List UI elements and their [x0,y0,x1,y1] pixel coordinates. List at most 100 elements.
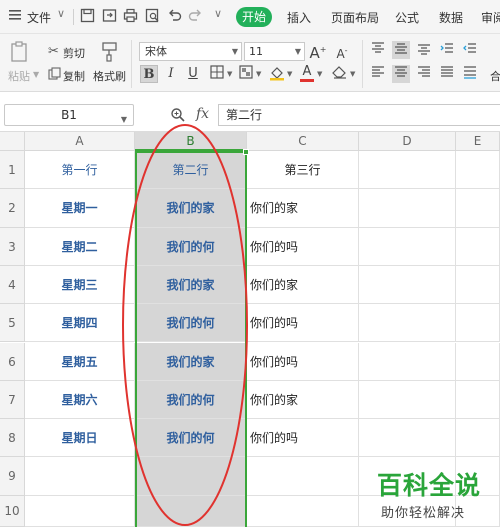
cell-c9[interactable] [247,457,359,496]
cell-b4[interactable]: 我们的家 [135,265,247,305]
cell-e8[interactable] [456,419,500,458]
cell-e5[interactable] [456,304,500,343]
cell-e2[interactable] [456,189,500,228]
cell-b2[interactable]: 我们的家 [135,189,247,228]
row-header-2[interactable]: 2 [0,189,25,228]
format-painter-icon[interactable] [100,41,120,63]
copy-icon[interactable] [48,67,61,80]
selection-fill-handle[interactable] [243,149,249,155]
cell-c1[interactable]: 第三行 [247,151,359,190]
chevron-down-icon[interactable]: ▼ [350,70,355,78]
cell-b9[interactable] [135,457,247,496]
cell-d3[interactable] [359,227,456,266]
cell-b3[interactable]: 我们的何 [135,227,247,266]
column-header-d[interactable]: D [359,132,456,151]
print-icon[interactable] [123,8,139,24]
row-header-1[interactable]: 1 [0,151,25,190]
align-bottom-icon[interactable] [415,41,433,59]
chevron-down-icon[interactable]: ▼ [317,70,322,78]
cell-a5[interactable]: 星期四 [25,304,135,343]
indent-icon[interactable] [438,41,456,59]
cell-c4[interactable]: 你们的家 [247,265,359,305]
cell-e1[interactable] [456,151,500,190]
save-icon[interactable] [80,8,96,24]
cell-c2[interactable]: 你们的家 [247,189,359,228]
cell-a1[interactable]: 第一行 [25,151,135,190]
distributed-align-icon[interactable] [461,65,479,83]
column-header-e[interactable]: E [456,132,500,151]
cell-b6[interactable]: 我们的家 [135,342,247,381]
zoom-search-icon[interactable] [170,107,186,123]
cut-button[interactable]: 剪切 [63,45,85,61]
export-icon[interactable] [102,8,118,24]
cell-c10[interactable] [247,495,359,527]
hamburger-menu-icon[interactable] [8,8,24,24]
row-header-8[interactable]: 8 [0,419,25,458]
quick-access-more-icon[interactable]: ∨ [214,7,222,20]
paste-icon[interactable] [10,41,30,63]
insert-function-button[interactable]: fx [196,106,209,122]
tab-formulas[interactable]: 公式 [395,9,419,26]
cell-b7[interactable]: 我们的何 [135,380,247,420]
cell-c6[interactable]: 你们的吗 [247,342,359,381]
column-header-a[interactable]: A [25,132,135,151]
cell-e4[interactable] [456,265,500,305]
copy-button[interactable]: 复制 [63,68,85,84]
select-all-corner[interactable] [0,132,25,151]
tab-data[interactable]: 数据 [439,9,463,26]
cell-style-icon[interactable] [237,65,255,83]
cell-d4[interactable] [359,265,456,305]
chevron-down-icon[interactable]: ▼ [256,70,261,78]
font-size-select[interactable]: 11 ▼ [244,42,305,61]
cell-a9[interactable] [25,457,135,496]
clear-format-icon[interactable] [331,65,349,83]
row-header-4[interactable]: 4 [0,265,25,305]
row-header-7[interactable]: 7 [0,380,25,420]
print-preview-icon[interactable] [145,8,161,24]
row-header-3[interactable]: 3 [0,227,25,266]
bold-button[interactable]: B [140,65,158,83]
row-header-6[interactable]: 6 [0,342,25,381]
cell-c3[interactable]: 你们的吗 [247,227,359,266]
redo-icon[interactable] [188,8,204,24]
cell-a7[interactable]: 星期六 [25,380,135,420]
font-name-select[interactable]: 宋体 ▼ [139,42,242,61]
fill-color-icon[interactable] [268,65,286,83]
outdent-icon[interactable] [461,41,479,59]
borders-icon[interactable] [208,65,226,83]
cell-b8[interactable]: 我们的何 [135,419,247,458]
cell-c8[interactable]: 你们的吗 [247,419,359,458]
row-header-10[interactable]: 10 [0,495,25,527]
cell-e6[interactable] [456,342,500,381]
paste-button[interactable]: 粘贴 [8,68,30,84]
chevron-down-icon[interactable]: ▼ [227,70,232,78]
column-header-c[interactable]: C [247,132,359,151]
cell-d5[interactable] [359,304,456,343]
column-header-b[interactable]: B [135,132,247,151]
italic-button[interactable]: I [162,65,180,83]
row-header-5[interactable]: 5 [0,304,25,343]
paste-dropdown-icon[interactable]: ▼ [33,70,39,79]
cell-d1[interactable] [359,151,456,190]
row-header-9[interactable]: 9 [0,457,25,496]
justify-icon[interactable] [438,65,456,83]
cell-b5[interactable]: 我们的何 [135,304,247,343]
cell-d8[interactable] [359,419,456,458]
file-menu[interactable]: 文件 [27,9,51,26]
cell-a8[interactable]: 星期日 [25,419,135,458]
tab-page-layout[interactable]: 页面布局 [331,9,379,26]
cell-b1[interactable]: 第二行 [135,151,247,190]
chevron-down-icon[interactable]: ∨ [57,7,65,20]
decrease-font-size-icon[interactable]: A- [333,42,351,61]
cell-e7[interactable] [456,380,500,420]
cut-icon[interactable]: ✂ [48,44,59,59]
cell-d7[interactable] [359,380,456,420]
cell-a2[interactable]: 星期一 [25,189,135,228]
cell-c5[interactable]: 你们的吗 [247,304,359,343]
align-center-icon[interactable] [392,65,410,83]
chevron-down-icon[interactable]: ▼ [287,70,292,78]
merge-center-button[interactable]: 合 [490,68,500,84]
cell-d2[interactable] [359,189,456,228]
cell-a6[interactable]: 星期五 [25,342,135,381]
format-painter-button[interactable]: 格式刷 [93,68,126,84]
